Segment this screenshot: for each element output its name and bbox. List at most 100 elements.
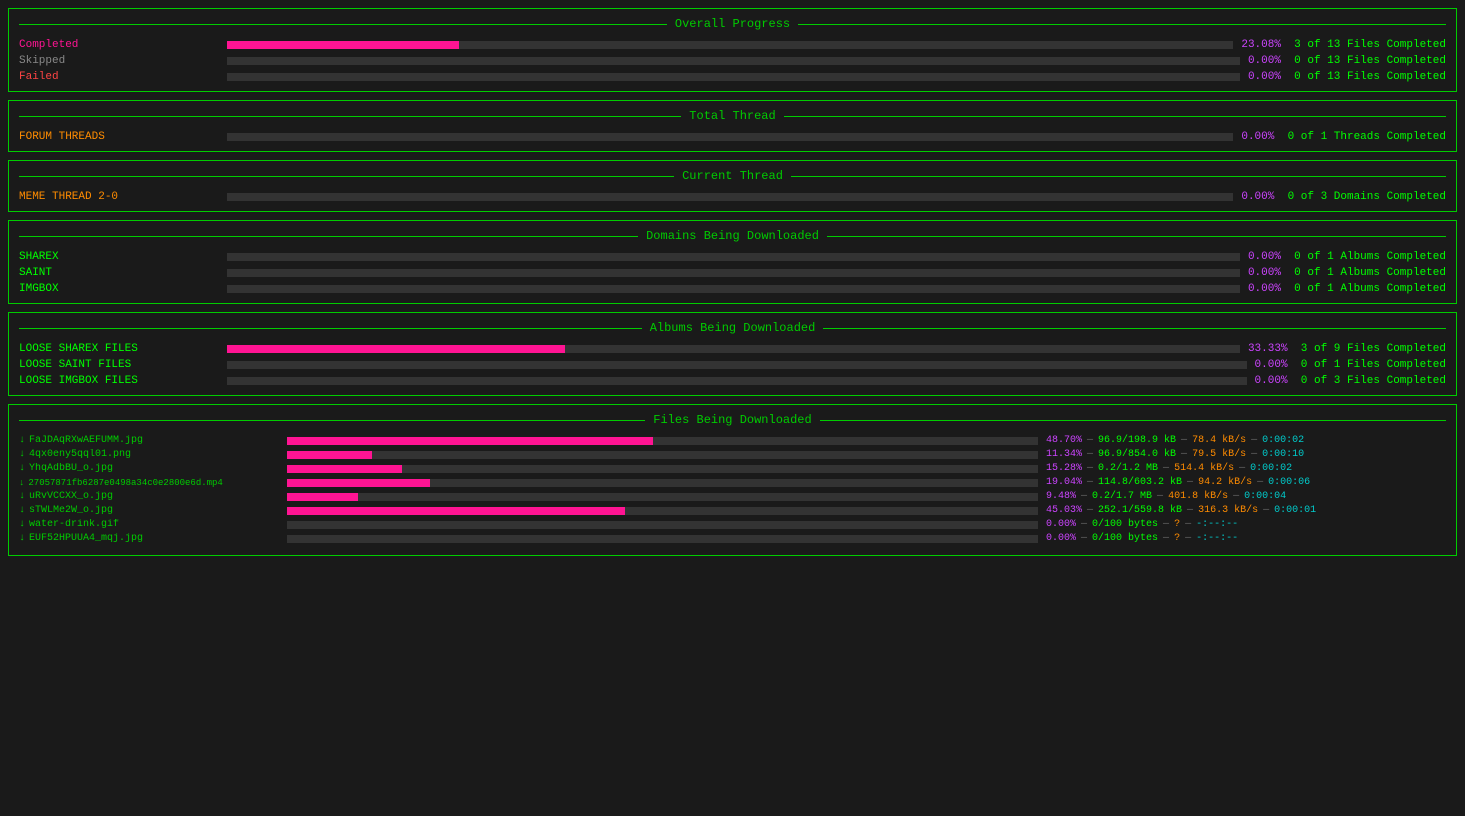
file-stats-7: 0.00% — 0/100 bytes — ? — -:--:-- bbox=[1046, 533, 1446, 544]
file-bar-3 bbox=[287, 479, 1038, 487]
file-label-5: ↓sTWLMe2W_o.jpg bbox=[19, 505, 279, 516]
failed-progress-bar bbox=[227, 73, 1240, 81]
file-icon-0: ↓ bbox=[19, 435, 25, 446]
file-fill-3 bbox=[287, 479, 430, 487]
loose-sharex-bar bbox=[227, 345, 1240, 353]
loose-saint-stats: 0.00% 0 of 1 Files Completed bbox=[1255, 359, 1446, 371]
file-stats-0: 48.70% — 96.9/198.9 kB — 78.4 kB/s — 0:0… bbox=[1046, 435, 1446, 446]
file-label-3: ↓27057871fb6287e0498a34c0e2800e6d.mp4 bbox=[19, 478, 279, 488]
loose-saint-row: LOOSE SAINT FILES 0.00% 0 of 1 Files Com… bbox=[19, 359, 1446, 371]
file-fill-0 bbox=[287, 437, 653, 445]
file-row-3: ↓27057871fb6287e0498a34c0e2800e6d.mp4 19… bbox=[19, 477, 1446, 488]
forum-threads-bar bbox=[227, 133, 1233, 141]
file-label-2: ↓YhqAdbBU_o.jpg bbox=[19, 463, 279, 474]
meme-thread-label: MEME THREAD 2-0 bbox=[19, 191, 219, 203]
skipped-stats: 0.00% 0 of 13 Files Completed bbox=[1248, 55, 1446, 67]
sharex-domain-bar bbox=[227, 253, 1240, 261]
file-label-0: ↓FaJDAqRXwAEFUMM.jpg bbox=[19, 435, 279, 446]
failed-label: Failed bbox=[19, 71, 219, 83]
file-fill-4 bbox=[287, 493, 358, 501]
completed-stats: 23.08% 3 of 13 Files Completed bbox=[1241, 39, 1446, 51]
imgbox-domain-row: IMGBOX 0.00% 0 of 1 Albums Completed bbox=[19, 283, 1446, 295]
file-icon-6: ↓ bbox=[19, 519, 25, 530]
imgbox-domain-bar bbox=[227, 285, 1240, 293]
file-stats-5: 45.03% — 252.1/559.8 kB — 316.3 kB/s — 0… bbox=[1046, 505, 1446, 516]
loose-imgbox-label: LOOSE IMGBOX FILES bbox=[19, 375, 219, 387]
total-thread-section: Total Thread FORUM THREADS 0.00% 0 of 1 … bbox=[8, 100, 1457, 152]
loose-saint-label: LOOSE SAINT FILES bbox=[19, 359, 219, 371]
file-icon-5: ↓ bbox=[19, 505, 25, 516]
file-fill-5 bbox=[287, 507, 625, 515]
completed-progress-fill bbox=[227, 41, 459, 49]
file-row-5: ↓sTWLMe2W_o.jpg 45.03% — 252.1/559.8 kB … bbox=[19, 505, 1446, 516]
overall-completed-row: Completed 23.08% 3 of 13 Files Completed bbox=[19, 39, 1446, 51]
loose-saint-bar bbox=[227, 361, 1247, 369]
loose-sharex-label: LOOSE SHAREX FILES bbox=[19, 343, 219, 355]
file-label-7: ↓EUF52HPUUA4_mqj.jpg bbox=[19, 533, 279, 544]
file-fill-2 bbox=[287, 465, 402, 473]
completed-label: Completed bbox=[19, 39, 219, 51]
albums-section: Albums Being Downloaded LOOSE SHAREX FIL… bbox=[8, 312, 1457, 396]
file-bar-7 bbox=[287, 535, 1038, 543]
imgbox-domain-label: IMGBOX bbox=[19, 283, 219, 295]
files-section: Files Being Downloaded ↓FaJDAqRXwAEFUMM.… bbox=[8, 404, 1457, 556]
sharex-domain-row: SHAREX 0.00% 0 of 1 Albums Completed bbox=[19, 251, 1446, 263]
loose-imgbox-bar bbox=[227, 377, 1247, 385]
loose-sharex-stats: 33.33% 3 of 9 Files Completed bbox=[1248, 343, 1446, 355]
file-icon-3: ↓ bbox=[19, 478, 24, 488]
forum-threads-label: FORUM THREADS bbox=[19, 131, 219, 143]
completed-progress-bar bbox=[227, 41, 1233, 49]
sharex-domain-stats: 0.00% 0 of 1 Albums Completed bbox=[1248, 251, 1446, 263]
forum-threads-stats: 0.00% 0 of 1 Threads Completed bbox=[1241, 131, 1446, 143]
failed-stats: 0.00% 0 of 13 Files Completed bbox=[1248, 71, 1446, 83]
file-row-1: ↓4qx0eny5qql01.png 11.34% — 96.9/854.0 k… bbox=[19, 449, 1446, 460]
file-bar-2 bbox=[287, 465, 1038, 473]
files-title: Files Being Downloaded bbox=[19, 413, 1446, 427]
overall-skipped-row: Skipped 0.00% 0 of 13 Files Completed bbox=[19, 55, 1446, 67]
file-bar-6 bbox=[287, 521, 1038, 529]
file-bar-0 bbox=[287, 437, 1038, 445]
domains-title: Domains Being Downloaded bbox=[19, 229, 1446, 243]
file-stats-1: 11.34% — 96.9/854.0 kB — 79.5 kB/s — 0:0… bbox=[1046, 449, 1446, 460]
skipped-label: Skipped bbox=[19, 55, 219, 67]
saint-domain-bar bbox=[227, 269, 1240, 277]
saint-domain-label: SAINT bbox=[19, 267, 219, 279]
file-row-6: ↓water-drink.gif 0.00% — 0/100 bytes — ?… bbox=[19, 519, 1446, 530]
albums-title: Albums Being Downloaded bbox=[19, 321, 1446, 335]
file-label-1: ↓4qx0eny5qql01.png bbox=[19, 449, 279, 460]
total-thread-title: Total Thread bbox=[19, 109, 1446, 123]
file-row-7: ↓EUF52HPUUA4_mqj.jpg 0.00% — 0/100 bytes… bbox=[19, 533, 1446, 544]
file-icon-1: ↓ bbox=[19, 449, 25, 460]
overall-progress-title: Overall Progress bbox=[19, 17, 1446, 31]
saint-domain-stats: 0.00% 0 of 1 Albums Completed bbox=[1248, 267, 1446, 279]
file-icon-4: ↓ bbox=[19, 491, 25, 502]
file-icon-7: ↓ bbox=[19, 533, 25, 544]
meme-thread-bar bbox=[227, 193, 1233, 201]
current-thread-title: Current Thread bbox=[19, 169, 1446, 183]
file-row-4: ↓uRvVCCXX_o.jpg 9.48% — 0.2/1.7 MB — 401… bbox=[19, 491, 1446, 502]
domains-section: Domains Being Downloaded SHAREX 0.00% 0 … bbox=[8, 220, 1457, 304]
file-stats-2: 15.28% — 0.2/1.2 MB — 514.4 kB/s — 0:00:… bbox=[1046, 463, 1446, 474]
forum-threads-row: FORUM THREADS 0.00% 0 of 1 Threads Compl… bbox=[19, 131, 1446, 143]
skipped-progress-bar bbox=[227, 57, 1240, 65]
file-row-2: ↓YhqAdbBU_o.jpg 15.28% — 0.2/1.2 MB — 51… bbox=[19, 463, 1446, 474]
current-thread-section: Current Thread MEME THREAD 2-0 0.00% 0 o… bbox=[8, 160, 1457, 212]
file-stats-4: 9.48% — 0.2/1.7 MB — 401.8 kB/s — 0:00:0… bbox=[1046, 491, 1446, 502]
overall-failed-row: Failed 0.00% 0 of 13 Files Completed bbox=[19, 71, 1446, 83]
meme-thread-stats: 0.00% 0 of 3 Domains Completed bbox=[1241, 191, 1446, 203]
file-bar-5 bbox=[287, 507, 1038, 515]
meme-thread-row: MEME THREAD 2-0 0.00% 0 of 3 Domains Com… bbox=[19, 191, 1446, 203]
overall-progress-section: Overall Progress Completed 23.08% 3 of 1… bbox=[8, 8, 1457, 92]
file-icon-2: ↓ bbox=[19, 463, 25, 474]
file-bar-1 bbox=[287, 451, 1038, 459]
file-bar-4 bbox=[287, 493, 1038, 501]
file-row-0: ↓FaJDAqRXwAEFUMM.jpg 48.70% — 96.9/198.9… bbox=[19, 435, 1446, 446]
loose-imgbox-stats: 0.00% 0 of 3 Files Completed bbox=[1255, 375, 1446, 387]
file-label-4: ↓uRvVCCXX_o.jpg bbox=[19, 491, 279, 502]
loose-sharex-row: LOOSE SHAREX FILES 33.33% 3 of 9 Files C… bbox=[19, 343, 1446, 355]
file-fill-1 bbox=[287, 451, 372, 459]
saint-domain-row: SAINT 0.00% 0 of 1 Albums Completed bbox=[19, 267, 1446, 279]
loose-sharex-fill bbox=[227, 345, 565, 353]
file-stats-3: 19.04% — 114.8/603.2 kB — 94.2 kB/s — 0:… bbox=[1046, 477, 1446, 488]
sharex-domain-label: SHAREX bbox=[19, 251, 219, 263]
